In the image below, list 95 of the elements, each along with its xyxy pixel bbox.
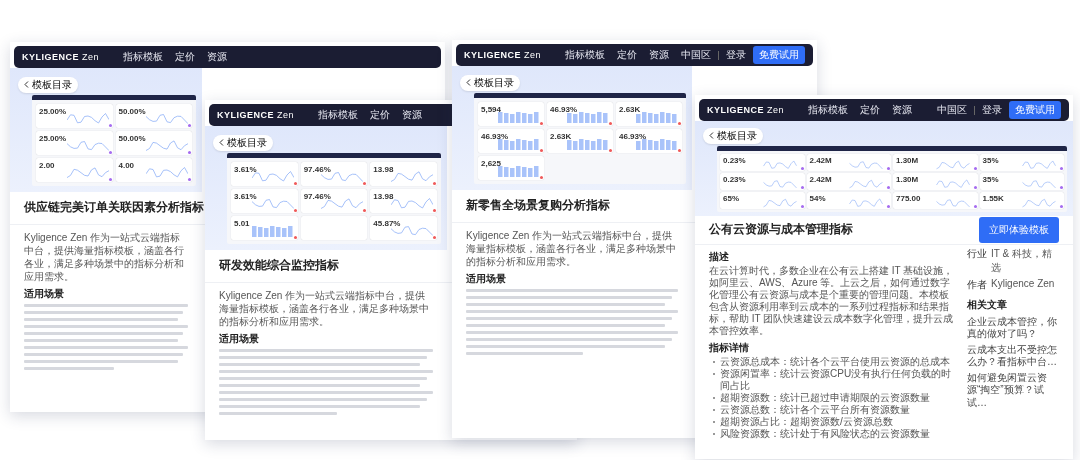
metric-list-item: 风险资源数：统计处于有风险状态的云资源数量 <box>713 427 957 440</box>
metric-value: 2.42M <box>809 155 832 165</box>
region-link[interactable]: 中国区 <box>937 103 967 117</box>
back-button[interactable]: 模板目录 <box>213 134 273 151</box>
nav-link[interactable]: 指标模板 <box>123 50 164 64</box>
nav-link[interactable]: 资源 <box>892 103 913 117</box>
free-trial-button[interactable]: 免费试用 <box>1009 101 1061 119</box>
metric-value: 45.87% <box>373 218 401 228</box>
section-heading: 适用场景 <box>24 286 65 301</box>
related-article-link[interactable]: 如何避免闲置云资源“掏空”预算？试试… <box>967 371 1059 409</box>
free-trial-button[interactable]: 免费试用 <box>753 46 805 64</box>
chevron-left-icon <box>219 139 224 146</box>
metric-value: 50.00% <box>118 106 146 116</box>
template-title: 公有云资源与成本管理指标 <box>709 221 853 238</box>
metric-list-item: 超期资源数：统计已超过申请期限的云资源数量 <box>713 391 957 404</box>
nav-link[interactable]: 指标模板 <box>565 48 606 62</box>
back-button[interactable]: 模板目录 <box>703 127 763 144</box>
nav-link[interactable]: 指标模板 <box>808 103 849 117</box>
metric-value: 35% <box>982 174 999 184</box>
description-paragraph: Kyligence Zen 作为一站式云端指标中台，提供海量指标模板，涵盖各行各业，满足多种场景中的指标分析和应用需求。 <box>466 228 677 268</box>
meta-value: Kyligence Zen <box>991 277 1055 291</box>
metric-value: 0.23% <box>723 174 746 184</box>
metric-value: 3.61% <box>234 191 257 201</box>
section-heading: 适用场景 <box>219 331 260 346</box>
meta-value: IT & 科技，精选 <box>991 246 1053 275</box>
related-article-link[interactable]: 云成本支出不受控怎么办？看指标中台… <box>967 343 1059 369</box>
line-chart-drawing <box>66 164 109 179</box>
metric-value: 1.55K <box>982 193 1004 203</box>
metric-list-item: 云资源总数：统计各个云平台所有资源数量 <box>713 403 957 416</box>
metric-value: 13.98 <box>373 191 394 201</box>
metric-value: 4.00 <box>118 160 135 170</box>
chevron-left-icon <box>24 81 29 88</box>
metric-value: 2.00 <box>39 160 55 170</box>
metric-value: 5.01 <box>234 218 250 228</box>
metric-list-item: 资源闲置率：统计云资源CPU没有执行任何负载的时间占比 <box>713 367 957 392</box>
meta-label: 作者 <box>967 277 987 292</box>
chevron-left-icon <box>709 132 714 139</box>
metric-value: 50.00% <box>118 133 146 143</box>
nav-link[interactable]: 资源 <box>649 48 670 62</box>
nav-link[interactable]: 定价 <box>175 50 196 64</box>
metric-value: 0.23% <box>723 155 746 165</box>
metric-value: 2.63K <box>619 104 641 114</box>
back-button[interactable]: 模板目录 <box>18 76 78 93</box>
metric-value: 3.61% <box>234 164 257 174</box>
logo-text[interactable]: KYLIGENCE Zen <box>217 110 295 120</box>
logo-text[interactable]: KYLIGENCE Zen <box>464 50 542 60</box>
template-title: 供应链完美订单关联因素分析指标 <box>24 199 204 216</box>
meta-label: 行业 <box>967 246 987 261</box>
logo-text[interactable]: KYLIGENCE Zen <box>22 52 100 62</box>
section-heading: 适用场景 <box>466 271 507 286</box>
section-heading: 相关文章 <box>967 297 1008 312</box>
nav-link[interactable]: 定价 <box>617 48 638 62</box>
metric-value: 5,594 <box>481 104 502 114</box>
description-paragraph: 在云计算时代，多数企业在公有云上搭建 IT 基础设施，如阿里云、AWS、Azure 等。上云之后，如何通过数字化管理公有云资源与成本是个重要的管理问题。本模板包含从资源利用率到云成本的一系列过程指标和结果指标，帮助 IT 团队快速建设云成本数字化管理，提升云成本管控效率。 <box>709 264 955 337</box>
related-article-link[interactable]: 企业云成本管控，你真的做对了吗？ <box>967 315 1059 341</box>
metric-value: 2,625 <box>481 158 502 168</box>
description-paragraph: Kyligence Zen 作为一站式云端指标中台，提供海量指标模板，涵盖各行各业，满足多种场景中的指标分析和应用需求。 <box>24 230 185 283</box>
nav-link[interactable]: 资源 <box>207 50 228 64</box>
metric-value: 2.63K <box>550 131 572 141</box>
nav-link[interactable]: 定价 <box>370 108 391 122</box>
metric-value: 65% <box>723 193 739 203</box>
metric-value: 35% <box>982 155 999 165</box>
line-chart-drawing <box>66 110 109 125</box>
metric-value: 46.93% <box>481 131 509 141</box>
description-paragraph: Kyligence Zen 作为一站式云端指标中台，提供海量指标模板，涵盖各行各业，满足多种场景中的指标分析和应用需求。 <box>219 288 430 328</box>
try-template-button[interactable]: 立即体验模板 <box>979 216 1059 243</box>
chevron-left-icon <box>466 79 471 86</box>
metric-value: 25.00% <box>39 106 67 116</box>
section-heading: 指标详情 <box>709 340 750 355</box>
metric-value: 97.46% <box>303 164 331 174</box>
metric-value: 1.30M <box>896 174 919 184</box>
line-chart-drawing <box>146 164 188 179</box>
nav-link[interactable]: 定价 <box>860 103 881 117</box>
logo-text[interactable]: KYLIGENCE Zen <box>707 105 785 115</box>
region-link[interactable]: 中国区 <box>681 48 711 62</box>
back-button[interactable]: 模板目录 <box>460 74 520 91</box>
metric-list-item: 云资源总成本：统计各个云平台使用云资源的总成本 <box>713 355 957 368</box>
section-heading: 描述 <box>709 249 730 264</box>
metric-value: 25.00% <box>39 133 67 143</box>
login-link[interactable]: 登录 <box>726 48 746 62</box>
template-title: 研发效能综合监控指标 <box>219 257 339 274</box>
metric-value: 54% <box>809 193 826 203</box>
metric-list-item: 超期资源占比：超期资源数/云资源总数 <box>713 415 957 428</box>
metric-value: 775.00 <box>896 193 921 203</box>
template-title: 新零售全场景复购分析指标 <box>466 197 610 214</box>
metric-value: 46.93% <box>550 104 578 114</box>
nav-link[interactable]: 资源 <box>402 108 423 122</box>
metric-value: 46.93% <box>619 131 647 141</box>
login-link[interactable]: 登录 <box>982 103 1002 117</box>
line-chart-drawing <box>146 137 188 152</box>
metric-value: 2.42M <box>809 174 832 184</box>
nav-link[interactable]: 指标模板 <box>318 108 359 122</box>
metric-value: 97.46% <box>303 191 331 201</box>
metric-value: 13.98 <box>373 164 394 174</box>
metric-value: 1.30M <box>896 155 919 165</box>
